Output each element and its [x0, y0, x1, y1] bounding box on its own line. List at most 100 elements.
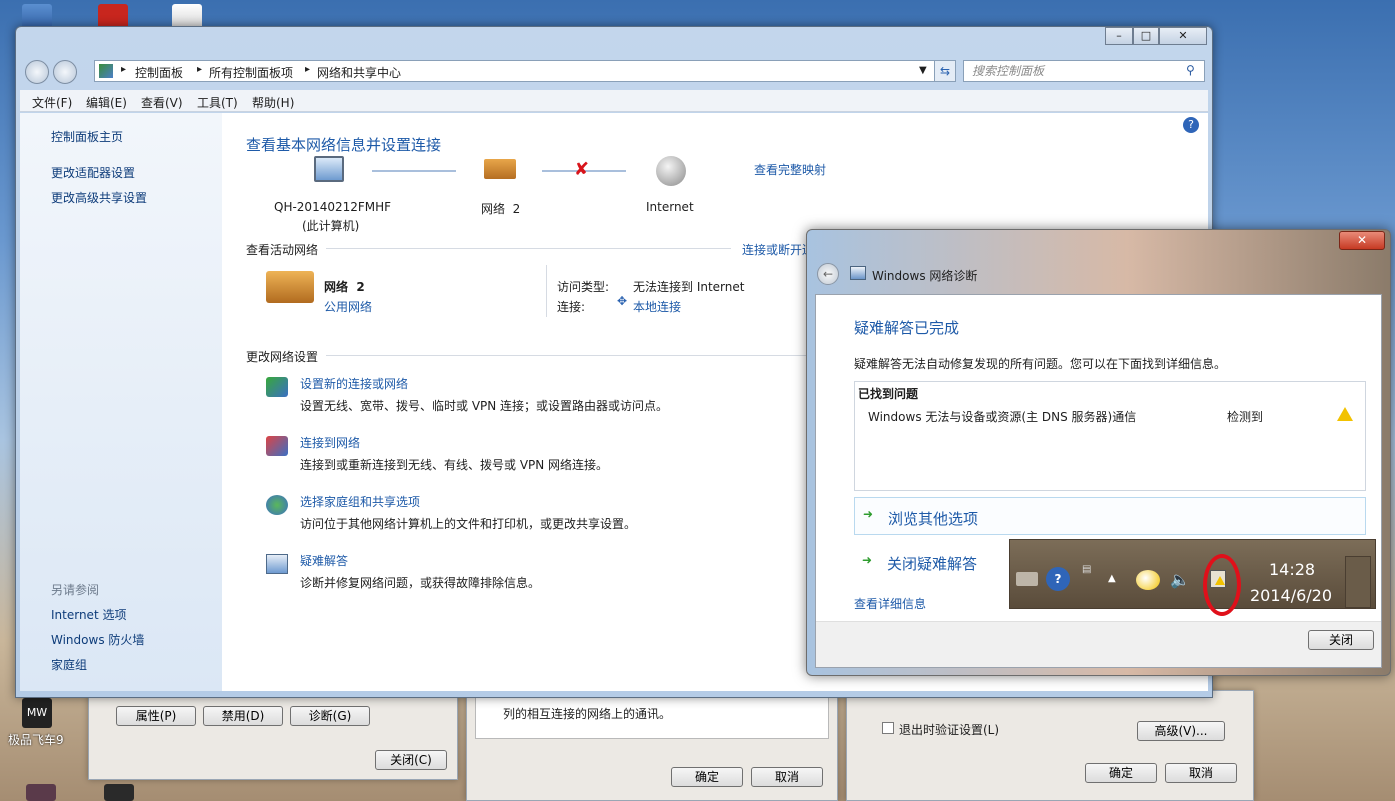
- desktop-icon-nfs9[interactable]: MW: [22, 698, 52, 728]
- chevron-down-icon[interactable]: ▼: [919, 65, 927, 76]
- computer-icon: [314, 156, 344, 182]
- view-details-link[interactable]: 查看详细信息: [854, 595, 926, 612]
- properties-button[interactable]: 属性(P): [116, 706, 196, 726]
- help-icon[interactable]: ?: [1183, 117, 1199, 133]
- maximize-button[interactable]: □: [1133, 27, 1159, 45]
- problem-status: 检测到: [1227, 410, 1264, 424]
- search-input[interactable]: 搜索控制面板: [963, 60, 1205, 82]
- local-connection-link[interactable]: 本地连接: [633, 298, 681, 315]
- weather-icon[interactable]: [1136, 570, 1160, 590]
- see-also-homegroup[interactable]: 家庭组: [51, 656, 87, 673]
- menu-edit[interactable]: 编辑(E): [86, 94, 127, 111]
- bench-icon: [484, 159, 516, 179]
- bg-dialog-3: 退出时验证设置(L) 高级(V)... 确定 取消: [846, 690, 1254, 801]
- desktop-icon-label: 极品飞车9: [8, 733, 64, 747]
- close-troubleshooter-label: 关闭疑难解答: [887, 555, 978, 573]
- help-tray-icon[interactable]: ?: [1046, 567, 1070, 591]
- task-homegroup-link[interactable]: 选择家庭组和共享选项: [300, 493, 420, 510]
- internet-label: Internet: [646, 200, 694, 214]
- desktop-icon-app2[interactable]: [26, 784, 56, 801]
- diag-content: 疑难解答已完成 疑难解答无法自动修复发现的所有问题。您可以在下面找到详细信息。 …: [815, 294, 1382, 668]
- ok-button[interactable]: 确定: [671, 767, 743, 787]
- breadcrumb-network-center[interactable]: 网络和共享中心: [317, 64, 401, 81]
- task-new-connection-link[interactable]: 设置新的连接或网络: [300, 375, 408, 392]
- breadcrumb-control-panel[interactable]: 控制面板: [135, 64, 183, 81]
- menu-tools[interactable]: 工具(T): [197, 94, 238, 111]
- search-icon[interactable]: ⚲: [1186, 63, 1195, 77]
- tray-date[interactable]: 2014/6/20: [1250, 586, 1332, 605]
- desktop-icon-app3[interactable]: [104, 784, 134, 801]
- back-button[interactable]: [25, 60, 49, 84]
- verify-checkbox[interactable]: [882, 722, 894, 734]
- show-windows-icon[interactable]: ▤: [1082, 564, 1091, 575]
- computer-name-label: QH-20140212FMHF: [274, 200, 392, 214]
- homegroup-icon: [266, 495, 288, 515]
- public-network-link[interactable]: 公用网络: [324, 298, 372, 315]
- connection-label: 连接:: [557, 300, 586, 314]
- page-title: 查看基本网络信息并设置连接: [246, 136, 442, 154]
- network-bench-icon: [266, 271, 314, 303]
- diag-back-button[interactable]: ←: [817, 263, 839, 285]
- warning-icon: [1337, 407, 1353, 421]
- green-arrow-icon: ➜: [863, 507, 874, 521]
- problem-text[interactable]: Windows 无法与设备或资源(主 DNS 服务器)通信: [868, 408, 1136, 425]
- breadcrumb-separator-icon: ▸: [121, 64, 127, 75]
- disable-button[interactable]: 禁用(D): [203, 706, 283, 726]
- cancel-button[interactable]: 取消: [751, 767, 823, 787]
- network-setup-icon: [266, 377, 288, 397]
- menu-view[interactable]: 查看(V): [141, 94, 183, 111]
- volume-icon[interactable]: 🔈: [1170, 570, 1190, 589]
- bg-properties-dialog: 属性(P) 禁用(D) 诊断(G) 关闭(C): [88, 690, 458, 780]
- nav-change-adapter-settings[interactable]: 更改适配器设置: [51, 164, 135, 181]
- computer-sub-label: (此计算机): [302, 219, 360, 233]
- menu-help[interactable]: 帮助(H): [252, 94, 294, 111]
- ok-button-2[interactable]: 确定: [1085, 763, 1157, 783]
- close-window-button[interactable]: ✕: [1159, 27, 1207, 45]
- address-bar[interactable]: ▸ 控制面板 ▸ 所有控制面板项 ▸ 网络和共享中心 ▼: [94, 60, 956, 82]
- breadcrumb-all-items[interactable]: 所有控制面板项: [209, 64, 293, 81]
- taskbar-tray: ? ▤ ▲ 🔈 14:28 2014/6/20: [1009, 539, 1376, 616]
- nav-change-advanced-sharing[interactable]: 更改高级共享设置: [51, 189, 147, 206]
- menu-bar: 文件(F) 编辑(E) 查看(V) 工具(T) 帮助(H): [20, 90, 1208, 112]
- breadcrumb-separator-icon: ▸: [305, 64, 311, 75]
- task-connect-network-link[interactable]: 连接到网络: [300, 434, 360, 451]
- chevron-up-icon[interactable]: ▲: [1108, 573, 1116, 584]
- task-troubleshoot-link[interactable]: 疑难解答: [300, 552, 348, 569]
- globe-icon: [656, 156, 686, 186]
- diag-title: Windows 网络诊断: [872, 269, 978, 283]
- task-homegroup-desc: 访问位于其他网络计算机上的文件和打印机，或更改共享设置。: [300, 517, 637, 531]
- browse-options-button[interactable]: ➜ 浏览其他选项: [854, 497, 1366, 535]
- diag-heading: 疑难解答已完成: [854, 319, 960, 337]
- change-settings-header: 更改网络设置: [246, 348, 846, 364]
- map-line-1: [372, 170, 456, 172]
- cancel-button-2[interactable]: 取消: [1165, 763, 1237, 783]
- highlight-circle: [1203, 554, 1241, 616]
- close-troubleshooter-button[interactable]: ➜ 关闭疑难解答: [854, 547, 1024, 577]
- see-also-internet-options[interactable]: Internet 选项: [51, 606, 126, 623]
- breadcrumb-separator-icon: ▸: [197, 64, 203, 75]
- tray-time[interactable]: 14:28: [1269, 560, 1315, 579]
- diag-footer: 关闭: [816, 621, 1381, 667]
- verify-checkbox-label: 退出时验证设置(L): [899, 723, 1000, 737]
- diagnose-button[interactable]: 诊断(G): [290, 706, 370, 726]
- menu-file[interactable]: 文件(F): [32, 94, 72, 111]
- keyboard-icon[interactable]: [1016, 572, 1038, 586]
- diag-close-button[interactable]: 关闭: [1308, 630, 1374, 650]
- view-full-map-link[interactable]: 查看完整映射: [754, 161, 826, 178]
- diag-close-icon[interactable]: ✕: [1339, 231, 1385, 250]
- divider: [546, 265, 547, 317]
- show-desktop-button[interactable]: [1345, 556, 1371, 608]
- green-arrow-icon: ➜: [862, 553, 873, 567]
- disconnected-x-icon: ✘: [574, 159, 590, 180]
- minimize-button[interactable]: –: [1105, 27, 1133, 45]
- problems-box: 已找到问题 Windows 无法与设备或资源(主 DNS 服务器)通信 检测到: [854, 381, 1366, 491]
- left-nav-pane: 控制面板主页 更改适配器设置 更改高级共享设置 另请参阅 Internet 选项…: [20, 113, 222, 691]
- control-panel-icon: [99, 64, 113, 78]
- partial-text: 列的相互连接的网络上的通讯。: [503, 707, 672, 721]
- advanced-button[interactable]: 高级(V)...: [1137, 721, 1225, 741]
- close-c-button[interactable]: 关闭(C): [375, 750, 447, 770]
- refresh-icon[interactable]: ⇆: [934, 60, 956, 82]
- forward-button[interactable]: [53, 60, 77, 84]
- nav-control-panel-home[interactable]: 控制面板主页: [51, 128, 123, 145]
- see-also-firewall[interactable]: Windows 防火墙: [51, 631, 144, 648]
